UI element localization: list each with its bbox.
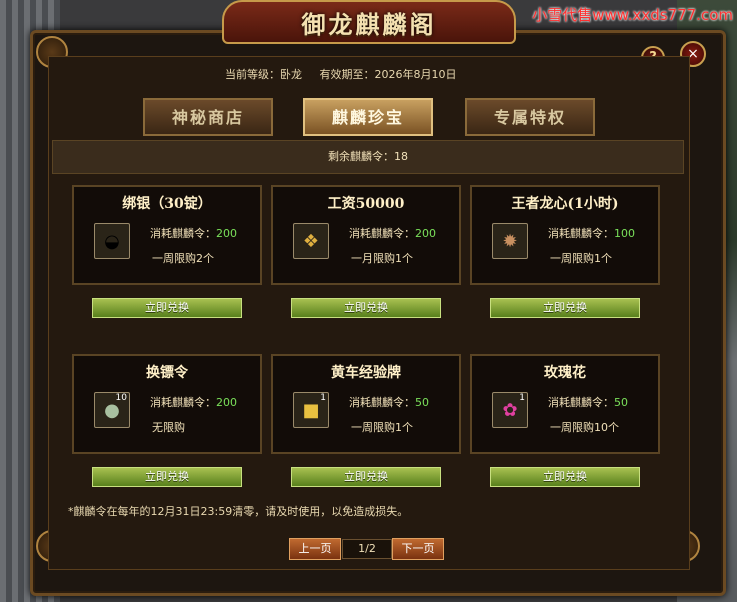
item-limit: 一周限购2个 bbox=[152, 252, 214, 265]
salary-scroll-icon[interactable]: ❖ bbox=[293, 223, 329, 259]
tab-mystery-shop[interactable]: 神秘商店 bbox=[143, 98, 273, 136]
rose-icon[interactable]: ✿ 1 bbox=[492, 392, 528, 428]
item-limit: 无限购 bbox=[152, 421, 185, 434]
item-title: 绑银（30锭） bbox=[122, 196, 212, 212]
remaining-tokens: 剩余麒麟令：18 bbox=[52, 140, 684, 174]
item-cost: 消耗麒麟令：50 bbox=[349, 396, 429, 409]
item-card: 绑银（30锭） ◒ 消耗麒麟令：200 一周限购2个 bbox=[72, 185, 262, 285]
item-title: 工资50000 bbox=[327, 196, 405, 212]
silver-ingot-icon[interactable]: ◒ bbox=[94, 223, 130, 259]
item-count: 1 bbox=[519, 393, 525, 403]
item-cost: 消耗麒麟令：200 bbox=[349, 227, 436, 240]
exchange-button[interactable]: 立即兑换 bbox=[291, 298, 441, 318]
item-title: 黄车经验牌 bbox=[331, 365, 401, 381]
expiry-date: 有效期至：2026年8月10日 bbox=[319, 68, 457, 81]
next-page-button[interactable]: 下一页 bbox=[392, 538, 444, 560]
tab-qilin-treasure[interactable]: 麒麟珍宝 bbox=[303, 98, 433, 136]
item-cost: 消耗麒麟令：50 bbox=[548, 396, 628, 409]
item-cost: 消耗麒麟令：200 bbox=[150, 227, 237, 240]
item-title: 玫瑰花 bbox=[544, 365, 586, 381]
exchange-button[interactable]: 立即兑换 bbox=[490, 467, 640, 487]
item-card: 黄车经验牌 ■ 1 消耗麒麟令：50 一周限购1个 bbox=[271, 354, 461, 454]
item-card: 换镖令 ● 10 消耗麒麟令：200 无限购 bbox=[72, 354, 262, 454]
page-indicator: 1/2 bbox=[342, 539, 392, 559]
dragon-heart-icon[interactable]: ✹ bbox=[492, 223, 528, 259]
item-cost: 消耗麒麟令：100 bbox=[548, 227, 635, 240]
status-line: 当前等级：卧龙 有效期至：2026年8月10日 bbox=[225, 66, 471, 82]
item-limit: 一周限购1个 bbox=[550, 252, 612, 265]
item-card: 工资50000 ❖ 消耗麒麟令：200 一月限购1个 bbox=[271, 185, 461, 285]
item-cost: 消耗麒麟令：200 bbox=[150, 396, 237, 409]
item-limit: 一月限购1个 bbox=[351, 252, 413, 265]
tab-exclusive-privilege[interactable]: 专属特权 bbox=[465, 98, 595, 136]
exchange-button[interactable]: 立即兑换 bbox=[291, 467, 441, 487]
window-title-plate: 御龙麒麟阁 bbox=[222, 0, 516, 44]
exchange-button[interactable]: 立即兑换 bbox=[92, 298, 242, 318]
item-title: 王者龙心(1小时) bbox=[511, 196, 619, 212]
exchange-button[interactable]: 立即兑换 bbox=[490, 298, 640, 318]
prev-page-button[interactable]: 上一页 bbox=[289, 538, 341, 560]
window-title: 御龙麒麟阁 bbox=[301, 9, 437, 39]
gold-cart-icon[interactable]: ■ 1 bbox=[293, 392, 329, 428]
item-limit: 一周限购10个 bbox=[550, 421, 619, 434]
item-count: 10 bbox=[115, 393, 127, 403]
item-card: 王者龙心(1小时) ✹ 消耗麒麟令：100 一周限购1个 bbox=[470, 185, 660, 285]
reset-notice: *麒麟令在每年的12月31日23:59清零，请及时使用，以免造成损失。 bbox=[68, 505, 409, 518]
watermark: 小雪代售www.xxds777.com bbox=[532, 6, 733, 24]
exchange-button[interactable]: 立即兑换 bbox=[92, 467, 242, 487]
escort-token-icon[interactable]: ● 10 bbox=[94, 392, 130, 428]
current-level: 当前等级：卧龙 bbox=[225, 68, 302, 81]
item-card: 玫瑰花 ✿ 1 消耗麒麟令：50 一周限购10个 bbox=[470, 354, 660, 454]
item-title: 换镖令 bbox=[146, 365, 188, 381]
item-count: 1 bbox=[320, 393, 326, 403]
item-limit: 一周限购1个 bbox=[351, 421, 413, 434]
